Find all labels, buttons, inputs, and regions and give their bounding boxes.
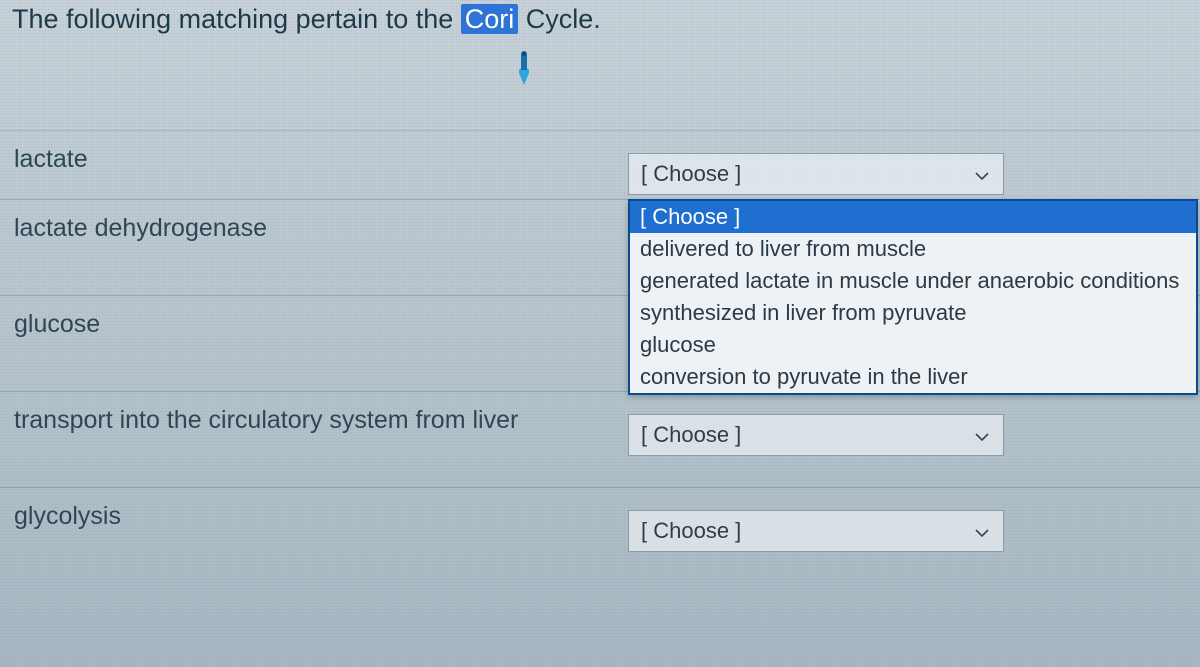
dropdown-option[interactable]: conversion to pyruvate in the liver (630, 361, 1196, 393)
dropdown-option[interactable]: synthesized in liver from pyruvate (630, 297, 1196, 329)
matching-container: lactate [ Choose ] [ Choose ] delivered … (0, 130, 1200, 584)
answer-select[interactable]: [ Choose ] (628, 510, 1004, 552)
match-row: glycolysis [ Choose ] (0, 488, 1200, 584)
dropdown-option[interactable]: [ Choose ] (630, 201, 1196, 233)
select-value: [ Choose ] (641, 422, 741, 448)
match-row: transport into the circulatory system fr… (0, 392, 1200, 488)
chevron-down-icon (975, 518, 989, 544)
question-text: The following matching pertain to the Co… (0, 0, 1200, 102)
dropdown-option[interactable]: generated lactate in muscle under anaero… (630, 265, 1196, 297)
term-label: lactate (0, 131, 628, 174)
answer-select[interactable]: [ Choose ] (628, 414, 1004, 456)
term-label: lactate dehydrogenase (0, 200, 628, 243)
answer-select[interactable]: [ Choose ] (628, 153, 1004, 195)
dropdown-option[interactable]: glucose (630, 329, 1196, 361)
match-row: lactate [ Choose ] [ Choose ] delivered … (0, 130, 1200, 200)
chevron-down-icon (975, 422, 989, 448)
select-value: [ Choose ] (641, 161, 741, 187)
question-highlight: Cori (461, 4, 519, 34)
dropdown-list[interactable]: [ Choose ] delivered to liver from muscl… (628, 199, 1198, 395)
pen-icon (510, 49, 1188, 94)
dropdown-option[interactable]: delivered to liver from muscle (630, 233, 1196, 265)
select-value: [ Choose ] (641, 518, 741, 544)
chevron-down-icon (975, 161, 989, 187)
term-label: glucose (0, 296, 628, 339)
term-label: transport into the circulatory system fr… (0, 392, 628, 435)
question-suffix: Cycle. (518, 4, 601, 34)
term-label: glycolysis (0, 488, 628, 531)
question-prefix: The following matching pertain to the (12, 4, 461, 34)
